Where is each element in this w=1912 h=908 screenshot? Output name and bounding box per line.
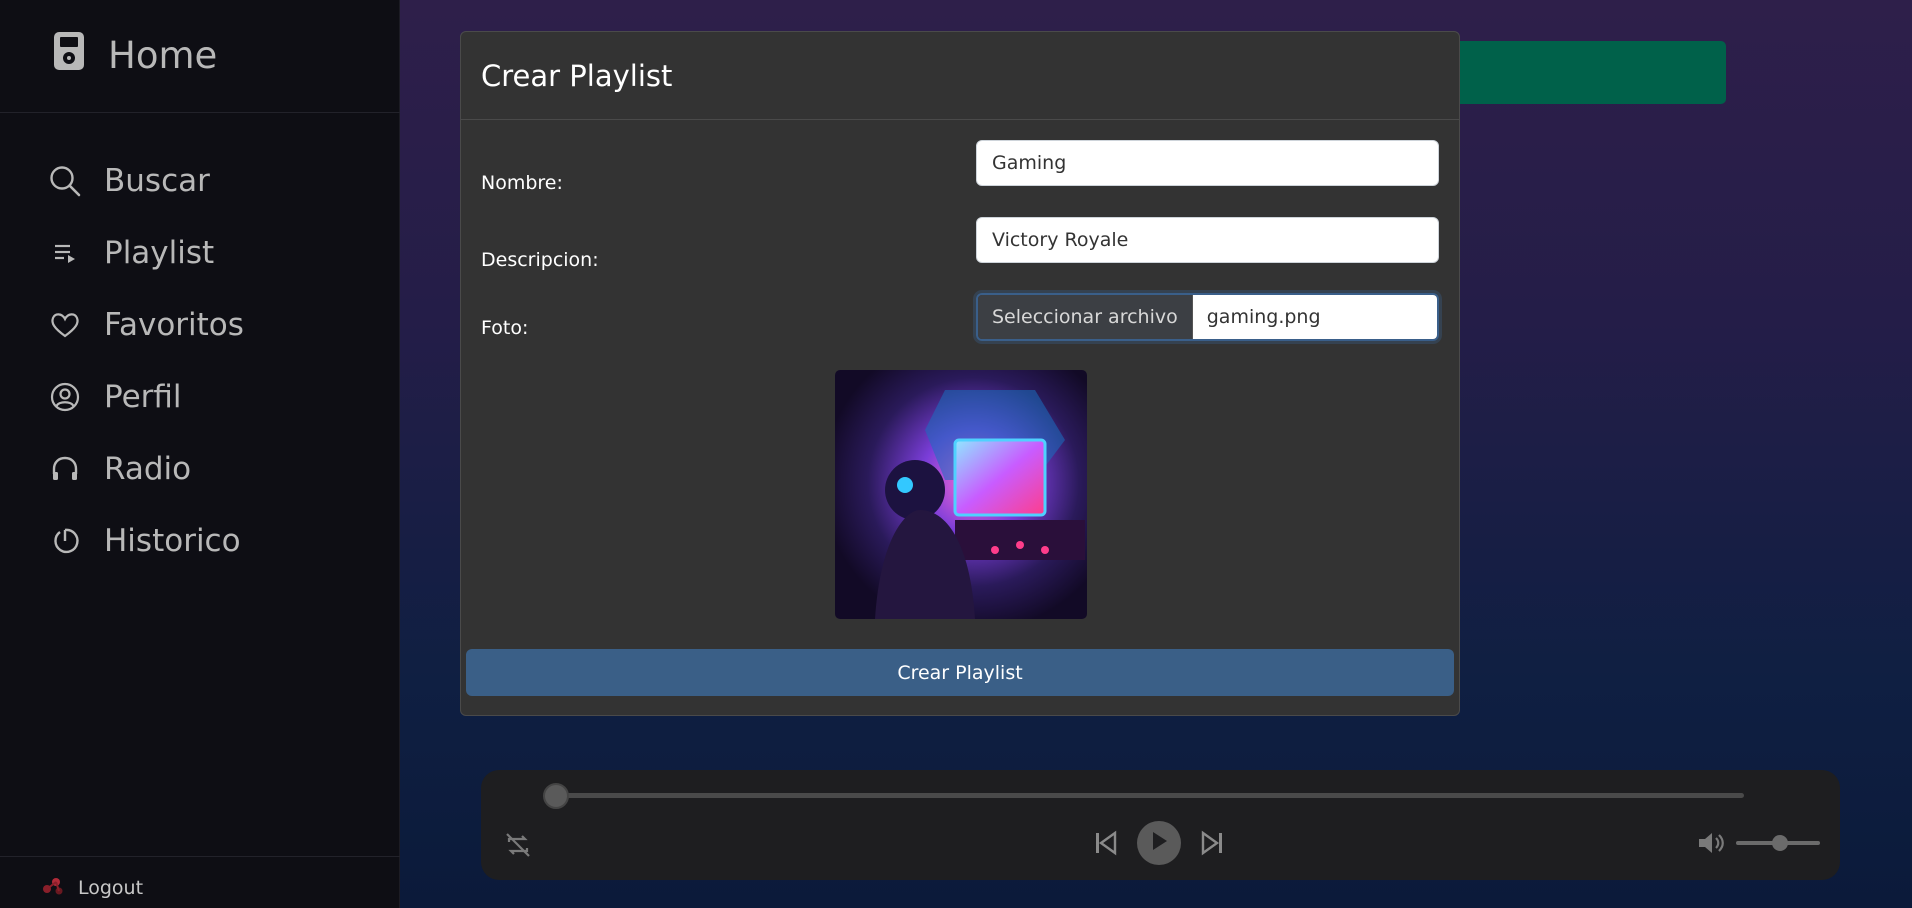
logout-label: Logout [78, 876, 144, 899]
search-icon [48, 164, 82, 198]
next-icon[interactable] [1197, 826, 1227, 860]
sidebar-item-perfil[interactable]: Perfil [48, 361, 244, 433]
progress-bar[interactable] [557, 793, 1744, 798]
file-name: gaming.png [1192, 295, 1437, 339]
nombre-input[interactable] [976, 140, 1439, 186]
heart-icon [48, 308, 82, 342]
select-file-button[interactable]: Seleccionar archivo [978, 295, 1193, 339]
playlist-icon [48, 236, 82, 270]
play-icon [1149, 830, 1169, 856]
sidebar-item-label: Radio [104, 451, 192, 487]
progress-knob[interactable] [543, 783, 569, 809]
sidebar-item-playlist[interactable]: Playlist [48, 217, 244, 289]
sidebar: Home Buscar Playlist Favoritos Perfil Ra… [0, 0, 400, 908]
teal-banner[interactable] [1440, 41, 1726, 104]
divider [0, 856, 400, 857]
sidebar-item-radio[interactable]: Radio [48, 433, 244, 505]
sidebar-item-label: Perfil [104, 379, 182, 415]
history-icon [48, 524, 82, 558]
logout-button[interactable]: Logout [40, 874, 143, 901]
play-button[interactable] [1137, 821, 1181, 865]
home-link[interactable]: Home [52, 30, 217, 80]
volume-knob[interactable] [1772, 835, 1788, 851]
file-input[interactable]: Seleccionar archivo gaming.png [976, 293, 1439, 341]
sidebar-item-label: Historico [104, 523, 241, 559]
headphones-icon [48, 452, 82, 486]
descripcion-label: Descripcion: [481, 249, 599, 271]
sidebar-item-label: Playlist [104, 235, 215, 271]
logout-icon [40, 874, 66, 901]
nombre-label: Nombre: [481, 172, 563, 194]
foto-label: Foto: [481, 317, 529, 339]
home-label: Home [108, 33, 218, 77]
volume-icon[interactable] [1695, 828, 1727, 858]
previous-icon[interactable] [1091, 826, 1121, 860]
repeat-off-icon[interactable] [501, 828, 535, 862]
sidebar-item-label: Buscar [104, 163, 210, 199]
create-playlist-modal: Crear Playlist Nombre: Descripcion: Foto… [460, 31, 1460, 716]
playlist-image-preview [835, 370, 1087, 619]
ipod-icon [52, 30, 86, 81]
sidebar-item-favoritos[interactable]: Favoritos [48, 289, 244, 361]
descripcion-input[interactable] [976, 217, 1439, 263]
sidebar-item-historico[interactable]: Historico [48, 505, 244, 577]
music-player [481, 770, 1840, 880]
user-circle-icon [48, 380, 82, 414]
modal-header: Crear Playlist [461, 32, 1459, 120]
divider [0, 112, 400, 113]
sidebar-item-label: Favoritos [104, 307, 244, 343]
create-playlist-button[interactable]: Crear Playlist [466, 649, 1454, 696]
sidebar-item-buscar[interactable]: Buscar [48, 145, 244, 217]
sidebar-nav: Buscar Playlist Favoritos Perfil Radio H… [48, 145, 244, 577]
modal-title: Crear Playlist [481, 58, 673, 93]
